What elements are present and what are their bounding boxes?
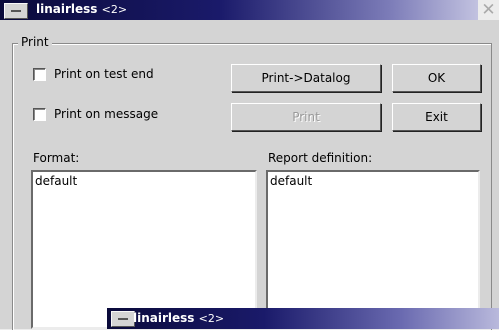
print-group-label: Print	[18, 35, 52, 49]
print-on-test-end-label: Print on test end	[54, 67, 154, 81]
title-bar[interactable]: linairless <2>	[0, 0, 487, 20]
ok-button[interactable]: OK	[392, 64, 481, 92]
sub-window-menu-button[interactable]	[111, 311, 135, 327]
print-on-message-row[interactable]: Print on message	[33, 107, 158, 121]
print-datalog-button[interactable]: Print->Datalog	[231, 64, 381, 92]
list-item[interactable]: default	[33, 172, 255, 190]
window-menu-button[interactable]	[4, 3, 28, 19]
print-on-test-end-row[interactable]: Print on test end	[33, 67, 154, 81]
print-button[interactable]: Print	[231, 103, 381, 131]
exit-button[interactable]: Exit	[392, 103, 481, 131]
list-item[interactable]: default	[268, 172, 478, 190]
format-listbox[interactable]: default	[31, 170, 257, 329]
print-on-message-checkbox[interactable]	[33, 107, 46, 121]
report-definition-label: Report definition:	[268, 151, 373, 165]
window-title: linairless <2>	[36, 2, 127, 16]
sub-window-title-suffix: <2>	[198, 312, 225, 325]
window-title-suffix: <2>	[101, 3, 128, 16]
format-label: Format:	[33, 151, 80, 165]
print-on-message-label: Print on message	[54, 107, 159, 121]
sub-window-title-name: linairless	[133, 311, 195, 325]
sub-window-title-bar[interactable]: linairless <2>	[107, 308, 499, 329]
print-on-test-end-checkbox[interactable]	[33, 67, 46, 81]
window-title-name: linairless	[36, 2, 98, 16]
close-icon[interactable]: ✕	[478, 0, 499, 20]
main-window: linairless <2> ✕ Print Print on test end…	[0, 0, 499, 330]
report-definition-listbox[interactable]: default	[266, 170, 480, 329]
sub-window-title: linairless <2>	[133, 311, 224, 325]
